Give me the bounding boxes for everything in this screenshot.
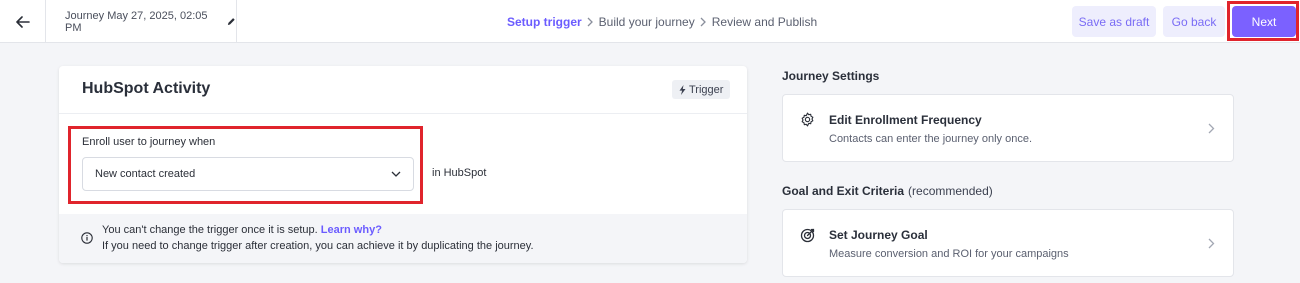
learn-why-link[interactable]: Learn why? [321,224,382,236]
enrollment-frequency-card[interactable]: Edit Enrollment Frequency Contacts can e… [782,94,1234,162]
chevron-right-icon [700,17,707,27]
journey-name[interactable]: Journey May 27, 2025, 02:05 PM [46,0,237,43]
card-title: HubSpot Activity [82,80,211,97]
info-text-1: You can't change the trigger once it is … [102,224,382,236]
setting-description: Contacts can enter the journey only once… [829,133,1033,145]
lightning-icon [679,84,686,95]
journey-name-label: Journey May 27, 2025, 02:05 PM [65,9,208,34]
goal-section-label: Goal and Exit Criteria [782,184,905,198]
trigger-badge-label: Trigger [689,83,724,96]
divider [59,113,747,114]
recommended-label: (recommended) [908,184,993,198]
chevron-right-icon [587,17,594,27]
highlight-box-enroll [68,126,423,204]
step-setup-trigger[interactable]: Setup trigger [507,15,582,29]
save-draft-button[interactable]: Save as draft [1072,6,1156,37]
arrow-left-icon [15,15,30,28]
trigger-badge: Trigger [672,80,731,99]
highlight-box-next [1227,1,1299,41]
top-bar: Journey May 27, 2025, 02:05 PM Setup tri… [0,0,1300,43]
setting-title: Edit Enrollment Frequency [829,113,982,127]
step-breadcrumb: Setup trigger Build your journey Review … [507,0,817,43]
info-icon [81,232,93,244]
step-build-journey[interactable]: Build your journey [599,15,695,29]
go-back-button[interactable]: Go back [1163,6,1225,37]
goal-section-title: Goal and Exit Criteria (recommended) [782,184,993,198]
in-hubspot-label: in HubSpot [432,167,487,179]
pencil-icon[interactable] [227,17,236,26]
journey-goal-card[interactable]: Set Journey Goal Measure conversion and … [782,209,1234,277]
info-text-1-main: You can't change the trigger once it is … [102,224,318,236]
chevron-right-icon [1208,238,1215,249]
back-button[interactable] [0,0,46,43]
info-banner: You can't change the trigger once it is … [59,214,747,263]
gear-icon [801,112,814,127]
journey-settings-title: Journey Settings [782,69,880,83]
step-review-publish[interactable]: Review and Publish [712,15,817,29]
setting-description: Measure conversion and ROI for your camp… [829,248,1069,260]
info-text-2: If you need to change trigger after crea… [102,240,534,252]
target-icon [800,228,815,243]
chevron-right-icon [1208,123,1215,134]
setting-title: Set Journey Goal [829,228,928,242]
